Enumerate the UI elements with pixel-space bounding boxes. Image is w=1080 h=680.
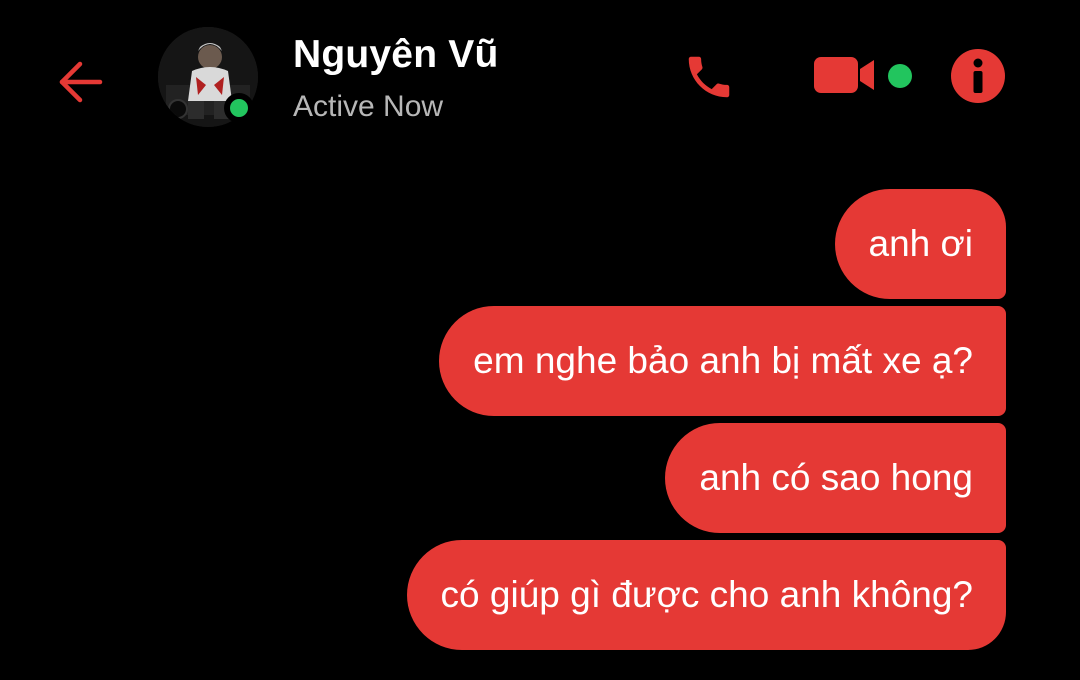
phone-icon (688, 56, 730, 98)
call-button[interactable] (680, 48, 738, 106)
message-bubble[interactable]: có giúp gì được cho anh không? (406, 540, 1006, 650)
arrow-left-icon (59, 61, 103, 103)
video-call-button[interactable] (808, 50, 880, 100)
online-status-dot (224, 93, 254, 123)
info-icon (951, 49, 1005, 103)
avatar-container[interactable] (158, 27, 258, 127)
video-camera-icon (814, 57, 874, 93)
message-bubble[interactable]: em nghe bảo anh bị mất xe ạ? (439, 306, 1006, 416)
message-list: anh ơi em nghe bảo anh bị mất xe ạ? anh … (246, 189, 1006, 650)
message-bubble[interactable]: anh có sao hong (665, 423, 1006, 533)
message-bubble[interactable]: anh ơi (834, 189, 1006, 299)
contact-name[interactable]: Nguyên Vũ (293, 33, 498, 77)
video-active-dot (888, 64, 912, 88)
back-button[interactable] (52, 54, 108, 110)
info-button[interactable] (948, 46, 1008, 106)
chat-header: Nguyên Vũ Active Now (0, 0, 1080, 160)
contact-status: Active Now (293, 90, 444, 123)
